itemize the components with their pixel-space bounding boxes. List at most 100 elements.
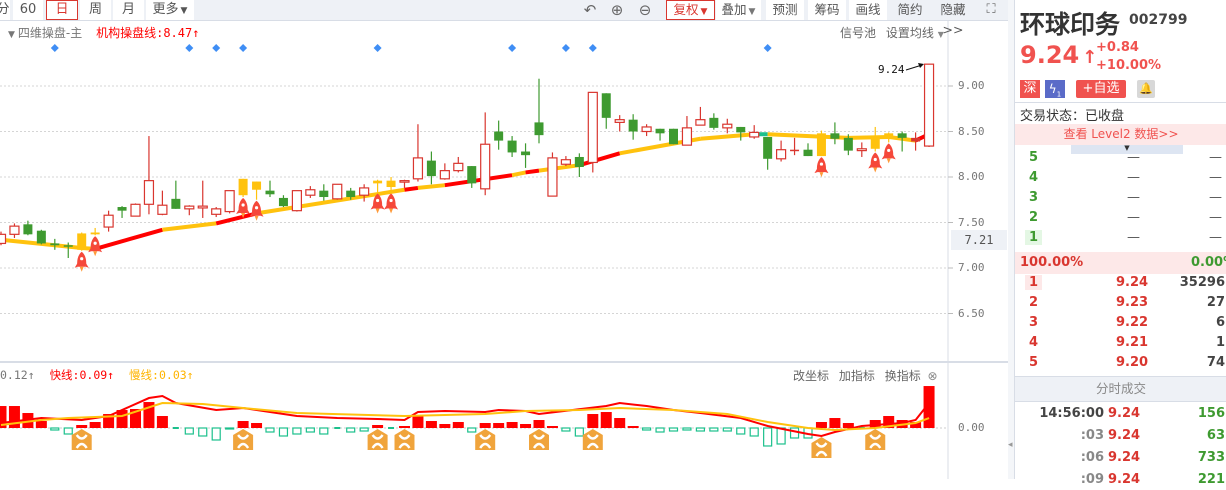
- change-axis-link[interactable]: 改坐标: [793, 369, 829, 383]
- quote-panel: 环球印务 002799 9.24 ↑ +0.84 +10.00% 深 ϟ1 +自选…: [1014, 0, 1226, 487]
- ask-level-number: 3: [1029, 190, 1039, 205]
- draw-line-button[interactable]: 画线: [849, 0, 887, 20]
- ma-line-segment: [417, 183, 446, 190]
- tab-week[interactable]: 周: [80, 0, 111, 20]
- signal-pool-link[interactable]: 信号池: [840, 26, 876, 40]
- forecast-button[interactable]: 预测: [766, 0, 804, 20]
- macd-bar-positive: [533, 420, 545, 428]
- ma-line-segment: [525, 168, 540, 175]
- macd-bar-negative: [184, 427, 194, 435]
- candle-body: [412, 157, 424, 180]
- candle-body: [386, 180, 396, 188]
- close-icon[interactable]: ⊗: [928, 369, 938, 383]
- candle-body: [265, 190, 275, 195]
- institution-line-value: 机构操盘线:8.47↑: [96, 26, 200, 40]
- chevron-down-icon[interactable]: ▼: [938, 30, 944, 39]
- candle-body: [507, 140, 517, 153]
- trade-volume: 733: [1197, 450, 1225, 465]
- indicator-name[interactable]: 四维操盘-主: [18, 26, 82, 40]
- trade-volume: 221: [1197, 472, 1225, 487]
- macd-bar-positive: [76, 425, 88, 428]
- kline-chart[interactable]: [0, 0, 1008, 479]
- x-signal-icon: [367, 429, 388, 450]
- macd-bar-negative: [225, 427, 235, 430]
- candle-body: [843, 137, 853, 151]
- ma-line-segment: [511, 170, 526, 178]
- ask-level-row: 3 — —: [1015, 188, 1226, 208]
- hide-panel-button[interactable]: 隐藏>>: [931, 0, 975, 37]
- level-badge[interactable]: ϟ1: [1045, 80, 1065, 98]
- macd-bar-negative: [641, 427, 652, 431]
- candle-body: [467, 166, 477, 184]
- undo-icon[interactable]: ↶: [582, 2, 598, 18]
- ask-level-number: 4: [1029, 170, 1039, 185]
- candle-body: [897, 133, 907, 138]
- candle-body: [641, 126, 652, 133]
- price-change: +0.84: [1096, 40, 1139, 55]
- macd-bar-negative: [574, 427, 584, 437]
- diamond-signal-icon: [185, 44, 194, 52]
- tab-60min[interactable]: 60: [13, 0, 43, 20]
- ask-level-number: 5: [1029, 150, 1039, 165]
- candle-body: [587, 91, 598, 164]
- trade-price: 9.24: [1108, 428, 1141, 443]
- x-signal-icon: [233, 429, 254, 450]
- tab-more[interactable]: 更多 ▼: [146, 0, 194, 20]
- candle-body: [655, 128, 665, 134]
- macd-bar-positive: [614, 418, 626, 428]
- candle-body: [816, 133, 826, 157]
- tab-period-partial[interactable]: 分: [0, 0, 10, 20]
- macd-bar-zero: [172, 427, 179, 429]
- switch-indicator-link[interactable]: 换指标: [885, 369, 921, 383]
- candle-body: [494, 131, 504, 141]
- macd-bar-positive: [399, 426, 410, 428]
- level2-link[interactable]: 查看 Level2 数据>>: [1015, 124, 1226, 145]
- expand-arrow-icon[interactable]: ◂: [1008, 440, 1013, 450]
- add-watchlist-button[interactable]: +自选: [1076, 80, 1126, 98]
- tab-month[interactable]: 月: [113, 0, 144, 20]
- lightning-icon: ϟ: [1048, 82, 1057, 96]
- candle-body: [856, 148, 867, 152]
- tab-day[interactable]: 日: [46, 0, 78, 20]
- rocket-icon: [881, 143, 896, 164]
- macd-bar-negative: [359, 427, 369, 432]
- ma-line-segment: [94, 227, 163, 251]
- candle-body: [722, 123, 733, 129]
- simple-mode-button[interactable]: 简约: [891, 0, 929, 20]
- zoom-out-icon[interactable]: ⊖: [637, 2, 653, 18]
- bid-price: 9.23: [1116, 295, 1149, 310]
- candle-body: [373, 180, 383, 184]
- x-signal-icon: [394, 429, 415, 450]
- candle-body: [695, 119, 706, 126]
- ask-price: —: [1127, 210, 1140, 225]
- candle-body: [332, 183, 343, 200]
- diamond-signal-icon: [763, 44, 772, 52]
- chips-button[interactable]: 筹码: [808, 0, 846, 20]
- macd-bar-negative: [50, 427, 60, 431]
- add-indicator-link[interactable]: 加指标: [839, 369, 875, 383]
- collapse-caret-icon[interactable]: ▼: [8, 30, 15, 40]
- diamond-signal-icon: [239, 44, 248, 52]
- zoom-in-icon[interactable]: ⊕: [609, 2, 625, 18]
- candle-body: [9, 225, 20, 235]
- candle-body: [775, 149, 787, 160]
- fuquan-button[interactable]: 复权 ▼: [666, 0, 715, 20]
- candle-body: [0, 233, 7, 245]
- trade-time: :03: [1080, 428, 1104, 443]
- bid-volume: 6: [1215, 315, 1225, 330]
- macd-bar-zero: [388, 427, 395, 429]
- trade-price: 9.24: [1108, 406, 1141, 421]
- macd-bar-negative: [682, 427, 692, 431]
- set-ma-link[interactable]: 设置均线: [886, 26, 934, 40]
- bell-icon[interactable]: 🔔: [1137, 80, 1155, 98]
- bid-level-number: 2: [1029, 295, 1039, 310]
- candle-body: [184, 205, 195, 210]
- candle-body: [211, 208, 222, 215]
- x-signal-icon: [582, 429, 603, 450]
- candle-body: [278, 197, 288, 207]
- macd-bar-positive: [815, 422, 827, 428]
- overlay-button[interactable]: 叠加 ▼: [716, 0, 761, 20]
- bid-price: 9.20: [1116, 355, 1149, 370]
- candle-body: [50, 243, 60, 246]
- fullscreen-icon[interactable]: ⛶: [983, 2, 999, 18]
